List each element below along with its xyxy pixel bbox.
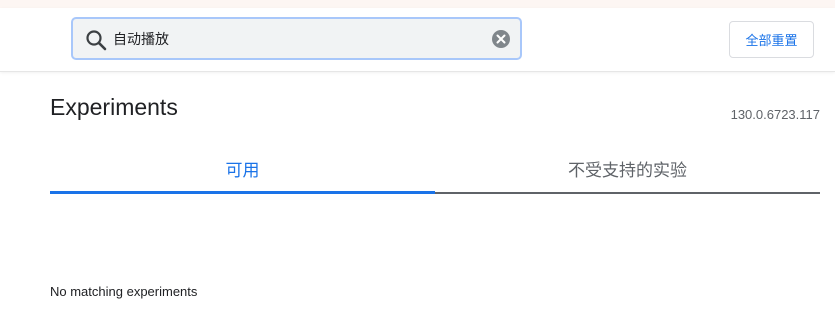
version-label: 130.0.6723.117 xyxy=(730,107,820,122)
reset-all-label: 全部重置 xyxy=(745,34,798,49)
search-icon xyxy=(85,29,107,51)
tab-unsupported-label: 不受支持的实验 xyxy=(568,161,687,181)
page-title: Experiments xyxy=(50,94,178,120)
tab-active-indicator xyxy=(50,191,435,194)
empty-message: No matching experiments xyxy=(50,284,198,299)
tab-available[interactable]: 可用 xyxy=(50,145,435,192)
tab-available-label: 可用 xyxy=(225,161,260,181)
clear-icon[interactable] xyxy=(492,30,510,48)
tab-strip: 可用 不受支持的实验 xyxy=(50,145,820,195)
search-box[interactable] xyxy=(71,17,522,60)
top-strip xyxy=(0,0,835,8)
header: 全部重置 xyxy=(0,8,835,72)
search-input[interactable] xyxy=(113,25,483,53)
tab-unsupported[interactable]: 不受支持的实验 xyxy=(435,145,820,192)
reset-all-button[interactable]: 全部重置 xyxy=(729,21,814,58)
tab-divider xyxy=(435,192,820,194)
